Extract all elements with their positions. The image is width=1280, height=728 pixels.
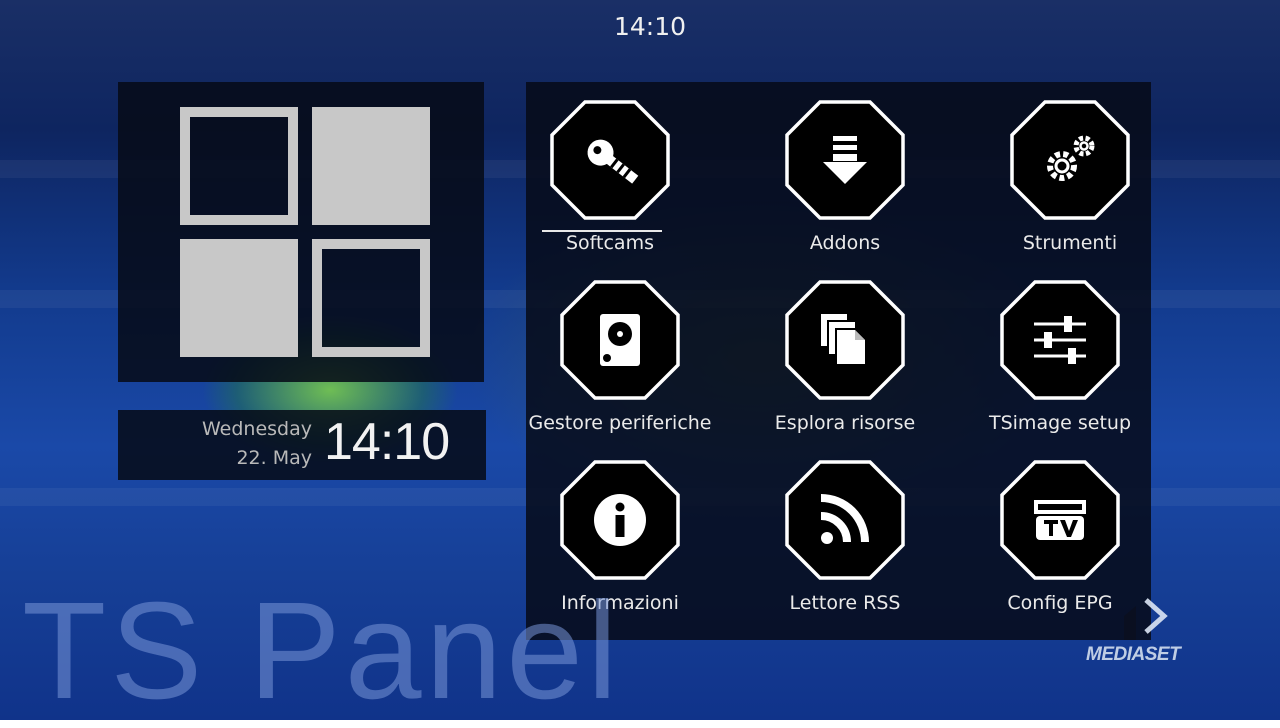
files-icon <box>785 280 905 400</box>
menu-item-label: Lettore RSS <box>789 592 901 614</box>
menu-item-lettore-rss[interactable]: Lettore RSS <box>735 442 955 617</box>
menu-item-label: Addons <box>809 232 881 254</box>
channel-one-icon <box>1124 598 1168 640</box>
logo-tile-outline <box>312 239 430 357</box>
menu-item-label: TSimage setup <box>988 412 1132 434</box>
info-icon <box>560 460 680 580</box>
download-arrow-icon <box>785 100 905 220</box>
logo-tile-outline <box>180 107 298 225</box>
menu-panel: Softcams Addons Strumenti Gestore perife… <box>526 82 1151 640</box>
channel-logo: MEDIASET <box>1086 596 1196 670</box>
menu-item-addons[interactable]: Addons <box>735 82 955 257</box>
top-clock: 14:10 <box>613 12 687 41</box>
menu-item-label: Softcams <box>566 232 654 254</box>
menu-item-config-epg[interactable]: Config EPG <box>950 442 1170 617</box>
logo-tile-solid <box>312 107 430 225</box>
menu-item-label: Esplora risorse <box>774 412 916 434</box>
brand-title: TS Panel <box>22 574 622 728</box>
logo-panel <box>118 82 484 382</box>
date-time-panel: Wednesday 22. May 14:10 <box>118 410 486 480</box>
date-label: 22. May <box>236 447 312 469</box>
channel-name: MEDIASET <box>1086 644 1181 665</box>
menu-item-esplora-risorse[interactable]: Esplora risorse <box>735 262 955 437</box>
weekday-label: Wednesday <box>201 418 312 440</box>
as-seen-on-tv-icon <box>1000 460 1120 580</box>
key-icon <box>550 100 670 220</box>
menu-item-strumenti[interactable]: Strumenti <box>960 82 1180 257</box>
logo-tile-solid <box>180 239 298 357</box>
gears-icon <box>1010 100 1130 220</box>
rss-icon <box>785 460 905 580</box>
menu-item-label: Gestore periferiche <box>528 412 712 434</box>
menu-item-gestore-periferiche[interactable]: Gestore periferiche <box>510 262 730 437</box>
big-clock: 14:10 <box>324 413 450 471</box>
hard-disk-icon <box>560 280 680 400</box>
sliders-icon <box>1000 280 1120 400</box>
menu-item-label: Strumenti <box>1022 232 1118 254</box>
menu-item-tsimage-setup[interactable]: TSimage setup <box>950 262 1170 437</box>
menu-item-softcams[interactable]: Softcams <box>500 82 720 257</box>
